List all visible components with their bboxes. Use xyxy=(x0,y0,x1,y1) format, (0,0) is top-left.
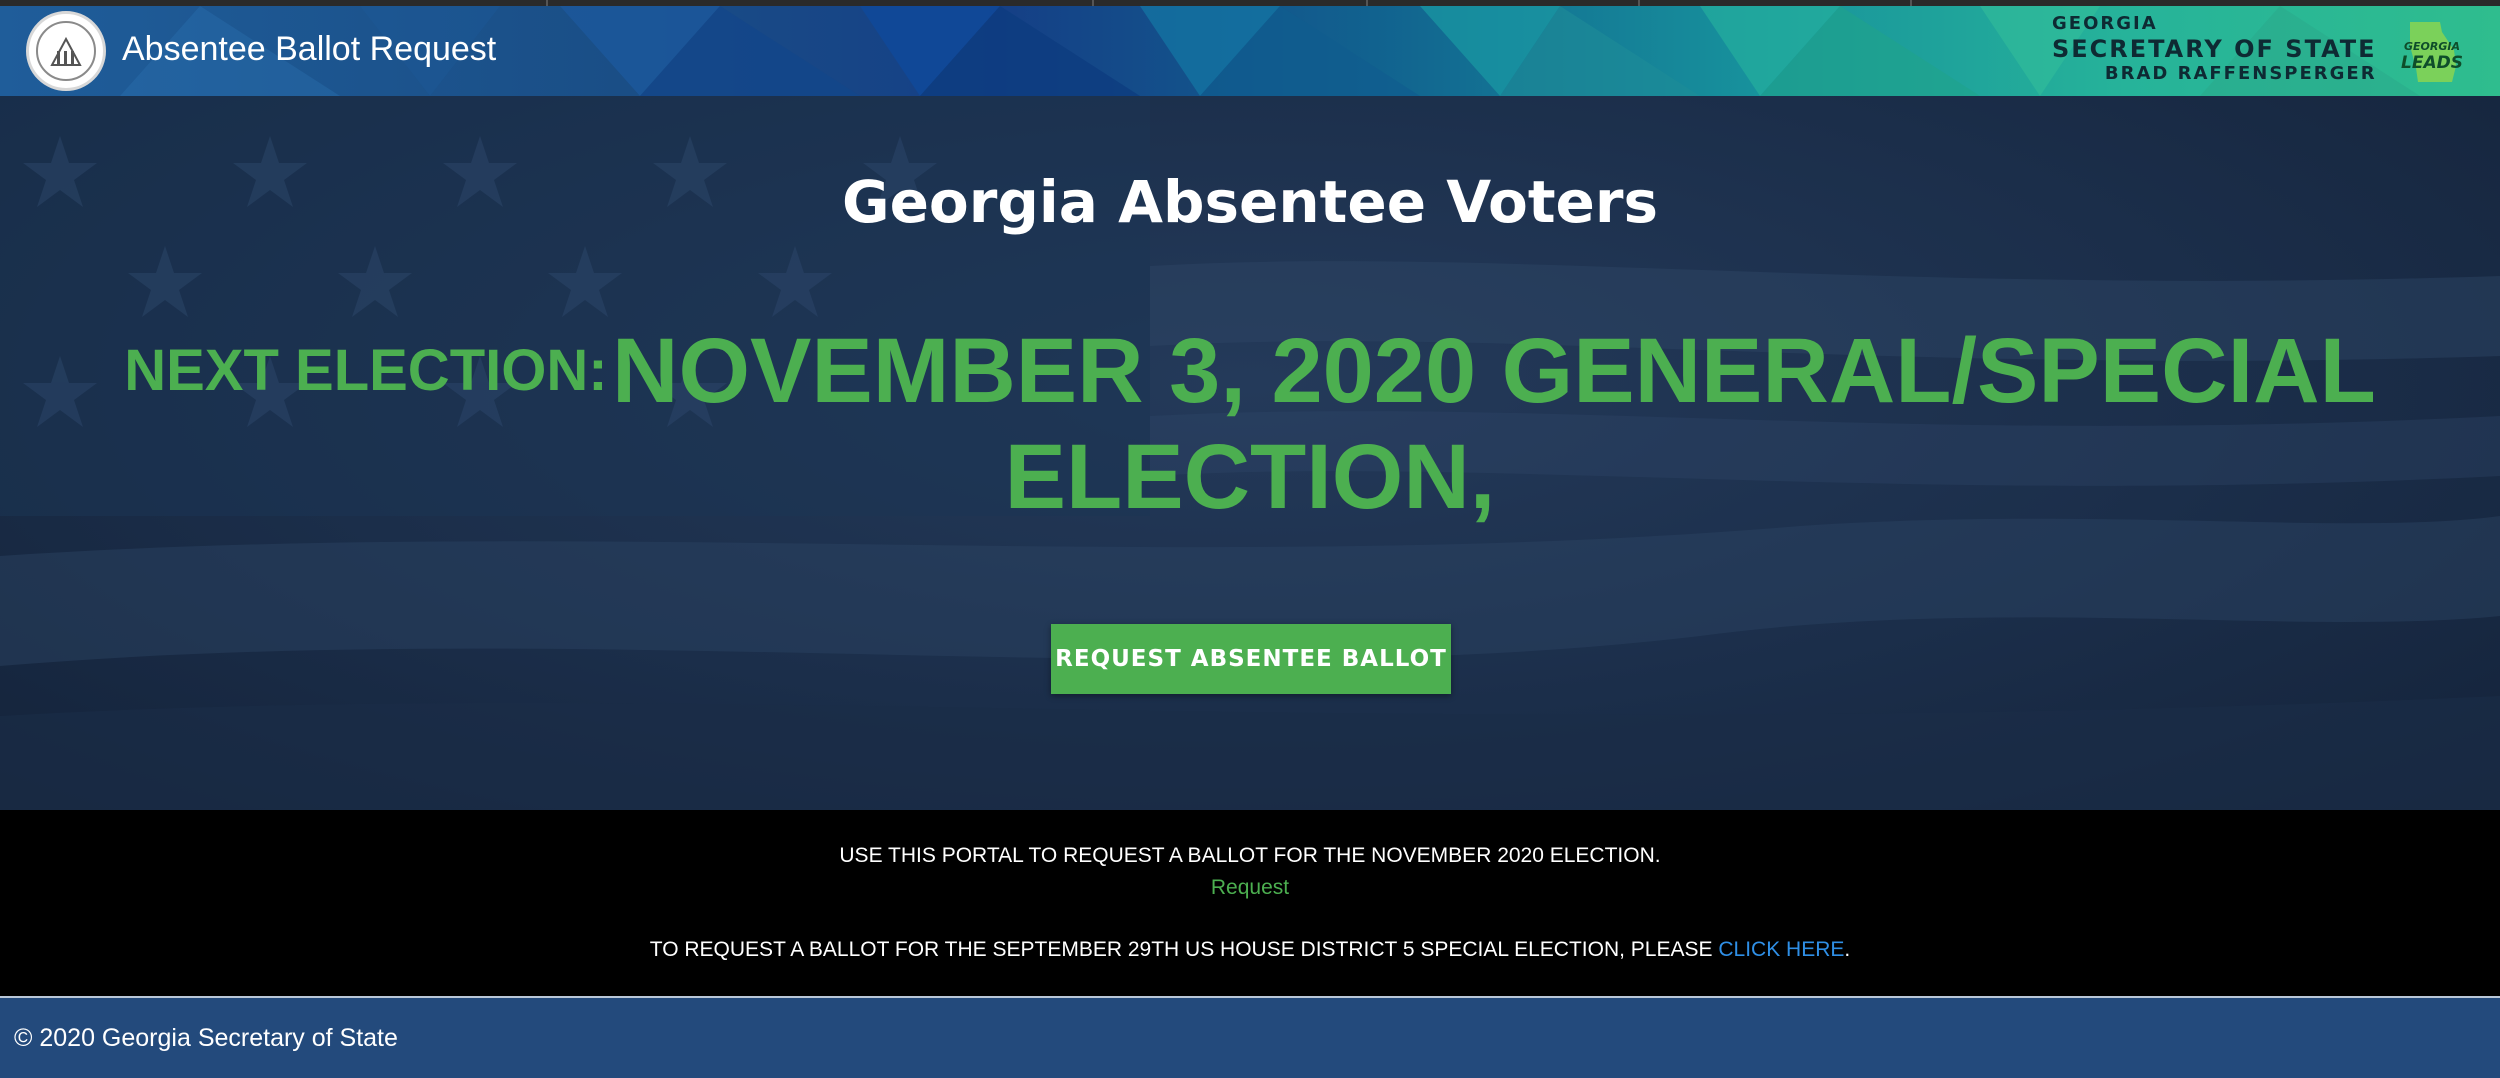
next-election-name: NOVEMBER 3, 2020 GENERAL/SPECIAL ELECTIO… xyxy=(612,320,2376,529)
secretary-of-state-logo[interactable]: GEORGIA SECRETARY OF STATE BRAD RAFFENSP… xyxy=(2052,14,2377,84)
hero-title: Georgia Absentee Voters xyxy=(841,168,1659,236)
svg-text:LEADS: LEADS xyxy=(2401,53,2463,73)
sos-title-label: SECRETARY OF STATE xyxy=(2052,34,2377,63)
copyright-text: © 2020 Georgia Secretary of State xyxy=(14,1024,398,1052)
georgia-leads-logo[interactable]: GEORGIA LEADS xyxy=(2396,16,2468,88)
next-election-prefix: NEXT ELECTION: xyxy=(124,338,608,403)
special-election-text: TO REQUEST A BALLOT FOR THE SEPTEMBER 29… xyxy=(0,938,2500,962)
portal-info: USE THIS PORTAL TO REQUEST A BALLOT FOR … xyxy=(0,810,2500,996)
georgia-seal-icon[interactable] xyxy=(26,11,106,91)
request-absentee-ballot-button[interactable]: REQUEST ABSENTEE BALLOT xyxy=(1051,624,1451,694)
click-here-link[interactable]: CLICK HERE xyxy=(1718,938,1844,961)
sos-name-label: BRAD RAFFENSPERGER xyxy=(2104,63,2377,85)
next-election-heading: NEXT ELECTION: NOVEMBER 3, 2020 GENERAL/… xyxy=(120,318,2380,530)
app-title[interactable]: Absentee Ballot Request xyxy=(122,30,496,69)
site-header: Absentee Ballot Request GEORGIA SECRETAR… xyxy=(0,6,2500,96)
site-footer: © 2020 Georgia Secretary of State xyxy=(0,998,2500,1078)
hero-banner: Georgia Absentee Voters NEXT ELECTION: N… xyxy=(0,96,2500,810)
sos-state-label: GEORGIA xyxy=(2052,13,2158,34)
request-link[interactable]: Request xyxy=(0,876,2500,900)
special-election-end: . xyxy=(1844,938,1851,961)
portal-info-text: USE THIS PORTAL TO REQUEST A BALLOT FOR … xyxy=(839,844,1661,867)
svg-text:GEORGIA: GEORGIA xyxy=(2404,40,2460,53)
special-election-prefix: TO REQUEST A BALLOT FOR THE SEPTEMBER 29… xyxy=(649,938,1719,961)
